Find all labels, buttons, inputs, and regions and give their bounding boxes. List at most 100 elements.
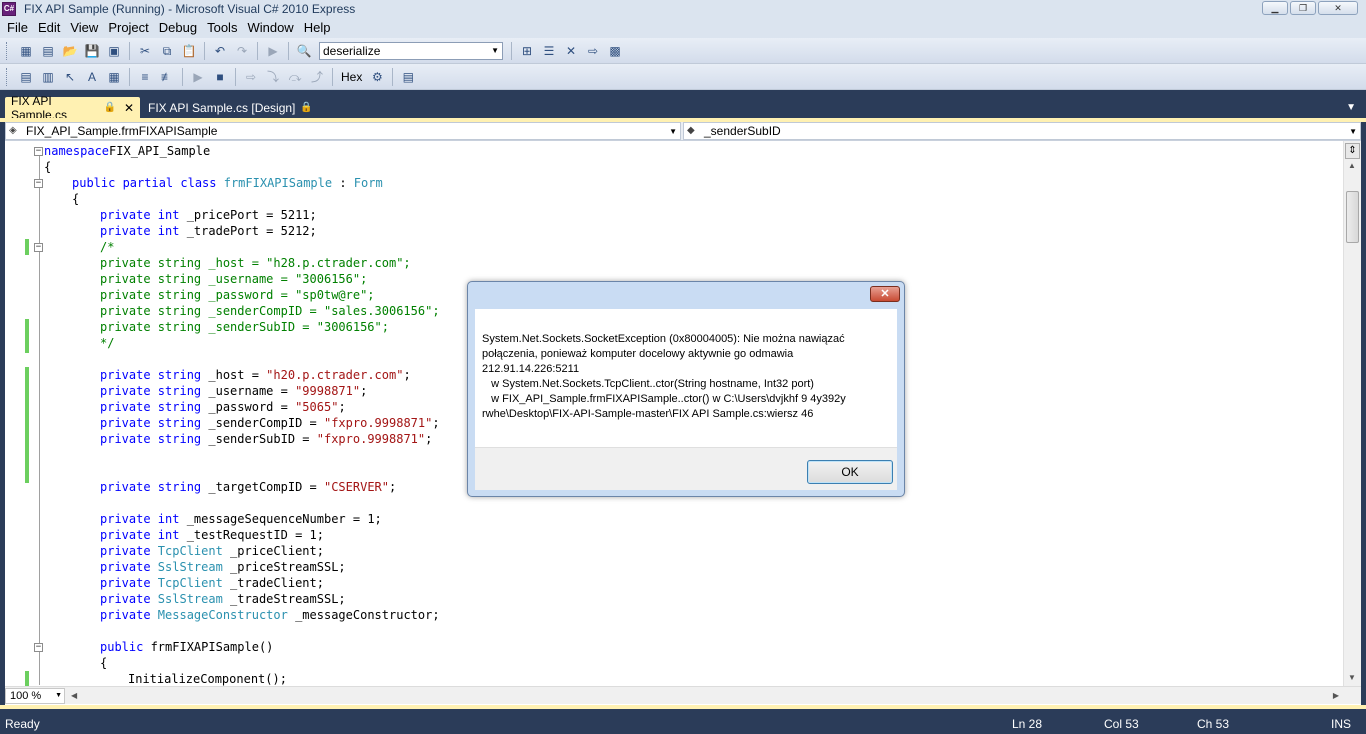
list-members-icon[interactable]: ▦: [106, 69, 122, 85]
outdent-icon[interactable]: ≢: [159, 69, 175, 85]
start-icon[interactable]: ▶: [265, 43, 281, 59]
code-line[interactable]: private SslStream _tradeStreamSSL;: [100, 591, 346, 607]
code-line[interactable]: private int _tradePort = 5212;: [100, 223, 317, 239]
code-line[interactable]: InitializeComponent();: [128, 671, 287, 686]
open-icon[interactable]: 📂: [62, 43, 78, 59]
extension-manager-icon[interactable]: ▩: [607, 43, 623, 59]
code-line[interactable]: private int _testRequestID = 1;: [100, 527, 324, 543]
scroll-up-icon[interactable]: ▲: [1348, 161, 1356, 170]
menu-help[interactable]: Help: [299, 20, 336, 35]
step-out-icon[interactable]: ⤴: [309, 69, 325, 85]
menu-view[interactable]: View: [65, 20, 103, 35]
hex-toggle[interactable]: Hex: [341, 70, 362, 84]
code-line[interactable]: public partial class frmFIXAPISample : F…: [72, 175, 383, 191]
solution-explorer-icon[interactable]: ⊞: [519, 43, 535, 59]
restore-button[interactable]: ❐: [1290, 1, 1316, 15]
menu-window[interactable]: Window: [242, 20, 298, 35]
object-browser-icon[interactable]: ▤: [18, 69, 34, 85]
add-item-icon[interactable]: ▤: [40, 43, 56, 59]
find-in-files-icon[interactable]: 🔍: [296, 43, 312, 59]
chevron-down-icon[interactable]: ▼: [55, 689, 62, 703]
code-line[interactable]: private string _username = "3006156";: [100, 271, 367, 287]
code-line[interactable]: /*: [100, 239, 114, 255]
member-combo[interactable]: ◆ _senderSubID ▼: [683, 122, 1361, 140]
code-line[interactable]: private MessageConstructor _messageConst…: [100, 607, 440, 623]
code-line[interactable]: private string _senderCompID = "sales.30…: [100, 303, 440, 319]
code-line[interactable]: private string _senderSubID = "3006156";: [100, 319, 389, 335]
scroll-down-icon[interactable]: ▼: [1348, 673, 1356, 682]
class-view-icon[interactable]: ▥: [40, 69, 56, 85]
continue-icon[interactable]: ▶: [190, 69, 206, 85]
pointer-icon[interactable]: ↖: [62, 69, 78, 85]
save-all-icon[interactable]: ▣: [106, 43, 122, 59]
format-icon[interactable]: A: [84, 69, 100, 85]
code-line[interactable]: private string _host = "h28.p.ctrader.co…: [100, 255, 411, 271]
indent-icon[interactable]: ≡: [137, 69, 153, 85]
start-page-icon[interactable]: ⇨: [585, 43, 601, 59]
breakpoints-icon[interactable]: ⚙: [369, 69, 385, 85]
chevron-down-icon[interactable]: ▼: [491, 43, 499, 59]
show-next-statement-icon[interactable]: ⇨: [243, 69, 259, 85]
code-line[interactable]: {: [72, 191, 79, 207]
ok-button[interactable]: OK: [807, 460, 893, 484]
find-combo[interactable]: deserialize ▼: [319, 41, 503, 60]
code-line[interactable]: {: [100, 655, 107, 671]
stop-debugging-icon[interactable]: ■: [212, 69, 228, 85]
code-line[interactable]: namespaceFIX_API_Sample: [44, 143, 210, 159]
code-line[interactable]: private string _password = "sp0tw@re";: [100, 287, 375, 303]
scroll-right-icon[interactable]: ▶: [1333, 691, 1339, 700]
menu-tools[interactable]: Tools: [202, 20, 242, 35]
menu-edit[interactable]: Edit: [33, 20, 65, 35]
code-line[interactable]: private string _username = "9998871";: [100, 383, 367, 399]
menu-debug[interactable]: Debug: [154, 20, 202, 35]
step-over-icon[interactable]: ⤼: [287, 69, 303, 85]
dialog-close-button[interactable]: ✕: [870, 286, 900, 302]
vertical-scrollbar[interactable]: ⇕ ▲ ▼: [1343, 141, 1361, 686]
code-line[interactable]: private TcpClient _tradeClient;: [100, 575, 324, 591]
tab-fix-api-sample-cs[interactable]: FIX API Sample.cs 🔒 ✕: [5, 94, 140, 122]
class-combo[interactable]: ◈ FIX_API_Sample.frmFIXAPISample ▼: [5, 122, 681, 140]
code-line[interactable]: */: [100, 335, 114, 351]
undo-icon[interactable]: ↶: [212, 43, 228, 59]
collapse-class-icon[interactable]: −: [34, 179, 43, 188]
properties-icon[interactable]: ☰: [541, 43, 557, 59]
chevron-down-icon[interactable]: ▼: [669, 127, 677, 136]
code-line[interactable]: private string _password = "5065";: [100, 399, 346, 415]
code-line[interactable]: private string _host = "h20.p.ctrader.co…: [100, 367, 411, 383]
windows-icon[interactable]: ▤: [400, 69, 416, 85]
tab-fix-api-sample-design[interactable]: FIX API Sample.cs [Design] 🔒: [142, 97, 319, 118]
toolbar-grip[interactable]: [6, 67, 9, 86]
toolbox-icon[interactable]: ✕: [563, 43, 579, 59]
code-line[interactable]: private string _senderCompID = "fxpro.99…: [100, 415, 440, 431]
step-into-icon[interactable]: ⤵: [265, 69, 281, 85]
scroll-left-icon[interactable]: ◀: [71, 691, 77, 700]
code-line[interactable]: private string _senderSubID = "fxpro.999…: [100, 431, 432, 447]
paste-icon[interactable]: 📋: [181, 43, 197, 59]
cut-icon[interactable]: ✂: [137, 43, 153, 59]
close-window-button[interactable]: ✕: [1318, 1, 1358, 15]
code-line[interactable]: {: [44, 159, 51, 175]
scroll-thumb[interactable]: [1346, 191, 1359, 243]
collapse-constructor-icon[interactable]: −: [34, 643, 43, 652]
menu-project[interactable]: Project: [103, 20, 153, 35]
toolbar-grip[interactable]: [6, 41, 9, 60]
code-line[interactable]: private string _targetCompID = "CSERVER"…: [100, 479, 396, 495]
redo-icon[interactable]: ↷: [234, 43, 250, 59]
collapse-comment-icon[interactable]: −: [34, 243, 43, 252]
close-tab-icon[interactable]: ✕: [124, 101, 134, 115]
menu-file[interactable]: File: [2, 20, 33, 35]
chevron-down-icon[interactable]: ▼: [1349, 127, 1357, 136]
copy-icon[interactable]: ⧉: [159, 43, 175, 59]
minimize-button[interactable]: ▁: [1262, 1, 1288, 15]
code-line[interactable]: private TcpClient _priceClient;: [100, 543, 324, 559]
zoom-combo[interactable]: 100 % ▼: [5, 687, 65, 704]
code-line[interactable]: private int _pricePort = 5211;: [100, 207, 317, 223]
splitter-icon[interactable]: ⇕: [1345, 143, 1360, 159]
code-line[interactable]: private SslStream _priceStreamSSL;: [100, 559, 346, 575]
tab-dropdown-icon[interactable]: ▼: [1346, 102, 1356, 113]
code-line[interactable]: public frmFIXAPISample(): [100, 639, 273, 655]
code-line[interactable]: private int _messageSequenceNumber = 1;: [100, 511, 382, 527]
new-project-icon[interactable]: ▦: [18, 43, 34, 59]
collapse-namespace-icon[interactable]: −: [34, 147, 43, 156]
save-icon[interactable]: 💾: [84, 43, 100, 59]
